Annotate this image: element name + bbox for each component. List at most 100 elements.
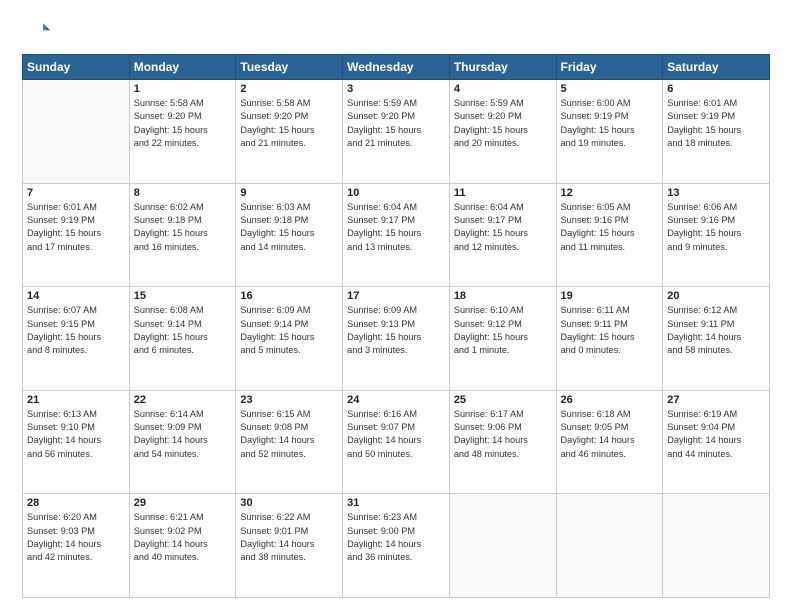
day-number: 30 (240, 497, 338, 509)
day-info: Sunrise: 6:11 AM Sunset: 9:11 PM Dayligh… (561, 304, 659, 357)
day-info: Sunrise: 6:01 AM Sunset: 9:19 PM Dayligh… (27, 201, 125, 254)
calendar-cell: 26 Sunrise: 6:18 AM Sunset: 9:05 PM Dayli… (556, 390, 663, 494)
calendar-cell: 9 Sunrise: 6:03 AM Sunset: 9:18 PM Daylig… (236, 183, 343, 287)
day-info: Sunrise: 6:04 AM Sunset: 9:17 PM Dayligh… (454, 201, 552, 254)
day-info: Sunrise: 6:00 AM Sunset: 9:19 PM Dayligh… (561, 97, 659, 150)
day-info: Sunrise: 6:19 AM Sunset: 9:04 PM Dayligh… (667, 408, 765, 461)
calendar-week-4: 28Sunrise: 6:20 AM Sunset: 9:03 PM Dayli… (23, 494, 770, 598)
day-number: 25 (454, 394, 552, 406)
day-number: 31 (347, 497, 445, 509)
calendar-header-row: SundayMondayTuesdayWednesdayThursdayFrid… (23, 55, 770, 80)
day-info: Sunrise: 6:22 AM Sunset: 9:01 PM Dayligh… (240, 511, 338, 564)
page: SundayMondayTuesdayWednesdayThursdayFrid… (0, 0, 792, 612)
day-info: Sunrise: 6:02 AM Sunset: 9:18 PM Dayligh… (134, 201, 232, 254)
day-number: 15 (134, 290, 232, 302)
day-number: 10 (347, 187, 445, 199)
day-info: Sunrise: 6:09 AM Sunset: 9:14 PM Dayligh… (240, 304, 338, 357)
calendar-cell (449, 494, 556, 598)
day-number: 24 (347, 394, 445, 406)
calendar-header-tuesday: Tuesday (236, 55, 343, 80)
day-number: 16 (240, 290, 338, 302)
calendar-header-wednesday: Wednesday (343, 55, 450, 80)
day-number: 29 (134, 497, 232, 509)
day-info: Sunrise: 5:59 AM Sunset: 9:20 PM Dayligh… (347, 97, 445, 150)
day-number: 20 (667, 290, 765, 302)
day-info: Sunrise: 6:04 AM Sunset: 9:17 PM Dayligh… (347, 201, 445, 254)
calendar-cell: 1 Sunrise: 5:58 AM Sunset: 9:20 PM Daylig… (129, 80, 236, 184)
day-info: Sunrise: 6:01 AM Sunset: 9:19 PM Dayligh… (667, 97, 765, 150)
day-number: 26 (561, 394, 659, 406)
calendar-cell: 6 Sunrise: 6:01 AM Sunset: 9:19 PM Daylig… (663, 80, 770, 184)
calendar-cell: 30 Sunrise: 6:22 AM Sunset: 9:01 PM Dayli… (236, 494, 343, 598)
day-number: 4 (454, 83, 552, 95)
calendar-cell: 28Sunrise: 6:20 AM Sunset: 9:03 PM Dayli… (23, 494, 130, 598)
day-info: Sunrise: 6:03 AM Sunset: 9:18 PM Dayligh… (240, 201, 338, 254)
calendar-cell: 13 Sunrise: 6:06 AM Sunset: 9:16 PM Dayli… (663, 183, 770, 287)
day-info: Sunrise: 5:58 AM Sunset: 9:20 PM Dayligh… (134, 97, 232, 150)
calendar-week-2: 14 Sunrise: 6:07 AM Sunset: 9:15 PM Dayli… (23, 287, 770, 391)
calendar-cell: 19 Sunrise: 6:11 AM Sunset: 9:11 PM Dayli… (556, 287, 663, 391)
calendar-cell (556, 494, 663, 598)
calendar-header-saturday: Saturday (663, 55, 770, 80)
day-number: 12 (561, 187, 659, 199)
day-number: 6 (667, 83, 765, 95)
calendar-cell (663, 494, 770, 598)
calendar-cell: 17Sunrise: 6:09 AM Sunset: 9:13 PM Dayli… (343, 287, 450, 391)
calendar-header-friday: Friday (556, 55, 663, 80)
day-info: Sunrise: 6:17 AM Sunset: 9:06 PM Dayligh… (454, 408, 552, 461)
calendar-header-monday: Monday (129, 55, 236, 80)
day-info: Sunrise: 5:58 AM Sunset: 9:20 PM Dayligh… (240, 97, 338, 150)
calendar-cell: 23Sunrise: 6:15 AM Sunset: 9:08 PM Dayli… (236, 390, 343, 494)
day-number: 23 (240, 394, 338, 406)
calendar-cell: 14 Sunrise: 6:07 AM Sunset: 9:15 PM Dayli… (23, 287, 130, 391)
calendar-cell: 4Sunrise: 5:59 AM Sunset: 9:20 PM Daylig… (449, 80, 556, 184)
day-number: 8 (134, 187, 232, 199)
calendar-cell: 15Sunrise: 6:08 AM Sunset: 9:14 PM Dayli… (129, 287, 236, 391)
day-number: 13 (667, 187, 765, 199)
day-info: Sunrise: 6:07 AM Sunset: 9:15 PM Dayligh… (27, 304, 125, 357)
day-info: Sunrise: 6:18 AM Sunset: 9:05 PM Dayligh… (561, 408, 659, 461)
logo (22, 18, 54, 46)
day-number: 17 (347, 290, 445, 302)
calendar-cell: 21 Sunrise: 6:13 AM Sunset: 9:10 PM Dayli… (23, 390, 130, 494)
day-info: Sunrise: 6:05 AM Sunset: 9:16 PM Dayligh… (561, 201, 659, 254)
calendar-cell: 31Sunrise: 6:23 AM Sunset: 9:00 PM Dayli… (343, 494, 450, 598)
calendar-cell: 8 Sunrise: 6:02 AM Sunset: 9:18 PM Daylig… (129, 183, 236, 287)
day-info: Sunrise: 6:12 AM Sunset: 9:11 PM Dayligh… (667, 304, 765, 357)
day-number: 27 (667, 394, 765, 406)
day-number: 9 (240, 187, 338, 199)
calendar-cell: 25 Sunrise: 6:17 AM Sunset: 9:06 PM Dayli… (449, 390, 556, 494)
calendar-cell: 11Sunrise: 6:04 AM Sunset: 9:17 PM Dayli… (449, 183, 556, 287)
day-number: 3 (347, 83, 445, 95)
day-number: 14 (27, 290, 125, 302)
day-info: Sunrise: 6:06 AM Sunset: 9:16 PM Dayligh… (667, 201, 765, 254)
calendar-cell: 22Sunrise: 6:14 AM Sunset: 9:09 PM Dayli… (129, 390, 236, 494)
calendar-cell: 3 Sunrise: 5:59 AM Sunset: 9:20 PM Daylig… (343, 80, 450, 184)
day-info: Sunrise: 6:21 AM Sunset: 9:02 PM Dayligh… (134, 511, 232, 564)
day-number: 5 (561, 83, 659, 95)
calendar-cell: 16 Sunrise: 6:09 AM Sunset: 9:14 PM Dayli… (236, 287, 343, 391)
header (22, 18, 770, 46)
day-number: 18 (454, 290, 552, 302)
calendar-cell: 27 Sunrise: 6:19 AM Sunset: 9:04 PM Dayli… (663, 390, 770, 494)
calendar-cell (23, 80, 130, 184)
day-info: Sunrise: 6:16 AM Sunset: 9:07 PM Dayligh… (347, 408, 445, 461)
calendar-header-sunday: Sunday (23, 55, 130, 80)
day-number: 22 (134, 394, 232, 406)
day-number: 2 (240, 83, 338, 95)
day-number: 19 (561, 290, 659, 302)
calendar-week-0: 1 Sunrise: 5:58 AM Sunset: 9:20 PM Daylig… (23, 80, 770, 184)
day-info: Sunrise: 6:10 AM Sunset: 9:12 PM Dayligh… (454, 304, 552, 357)
calendar-cell: 10 Sunrise: 6:04 AM Sunset: 9:17 PM Dayli… (343, 183, 450, 287)
day-number: 1 (134, 83, 232, 95)
calendar-cell: 7Sunrise: 6:01 AM Sunset: 9:19 PM Daylig… (23, 183, 130, 287)
day-info: Sunrise: 6:13 AM Sunset: 9:10 PM Dayligh… (27, 408, 125, 461)
calendar-week-3: 21 Sunrise: 6:13 AM Sunset: 9:10 PM Dayli… (23, 390, 770, 494)
calendar-table: SundayMondayTuesdayWednesdayThursdayFrid… (22, 54, 770, 598)
calendar-cell: 5 Sunrise: 6:00 AM Sunset: 9:19 PM Daylig… (556, 80, 663, 184)
calendar-week-1: 7Sunrise: 6:01 AM Sunset: 9:19 PM Daylig… (23, 183, 770, 287)
logo-icon (22, 18, 50, 46)
calendar-cell: 18 Sunrise: 6:10 AM Sunset: 9:12 PM Dayli… (449, 287, 556, 391)
day-info: Sunrise: 6:20 AM Sunset: 9:03 PM Dayligh… (27, 511, 125, 564)
day-number: 21 (27, 394, 125, 406)
